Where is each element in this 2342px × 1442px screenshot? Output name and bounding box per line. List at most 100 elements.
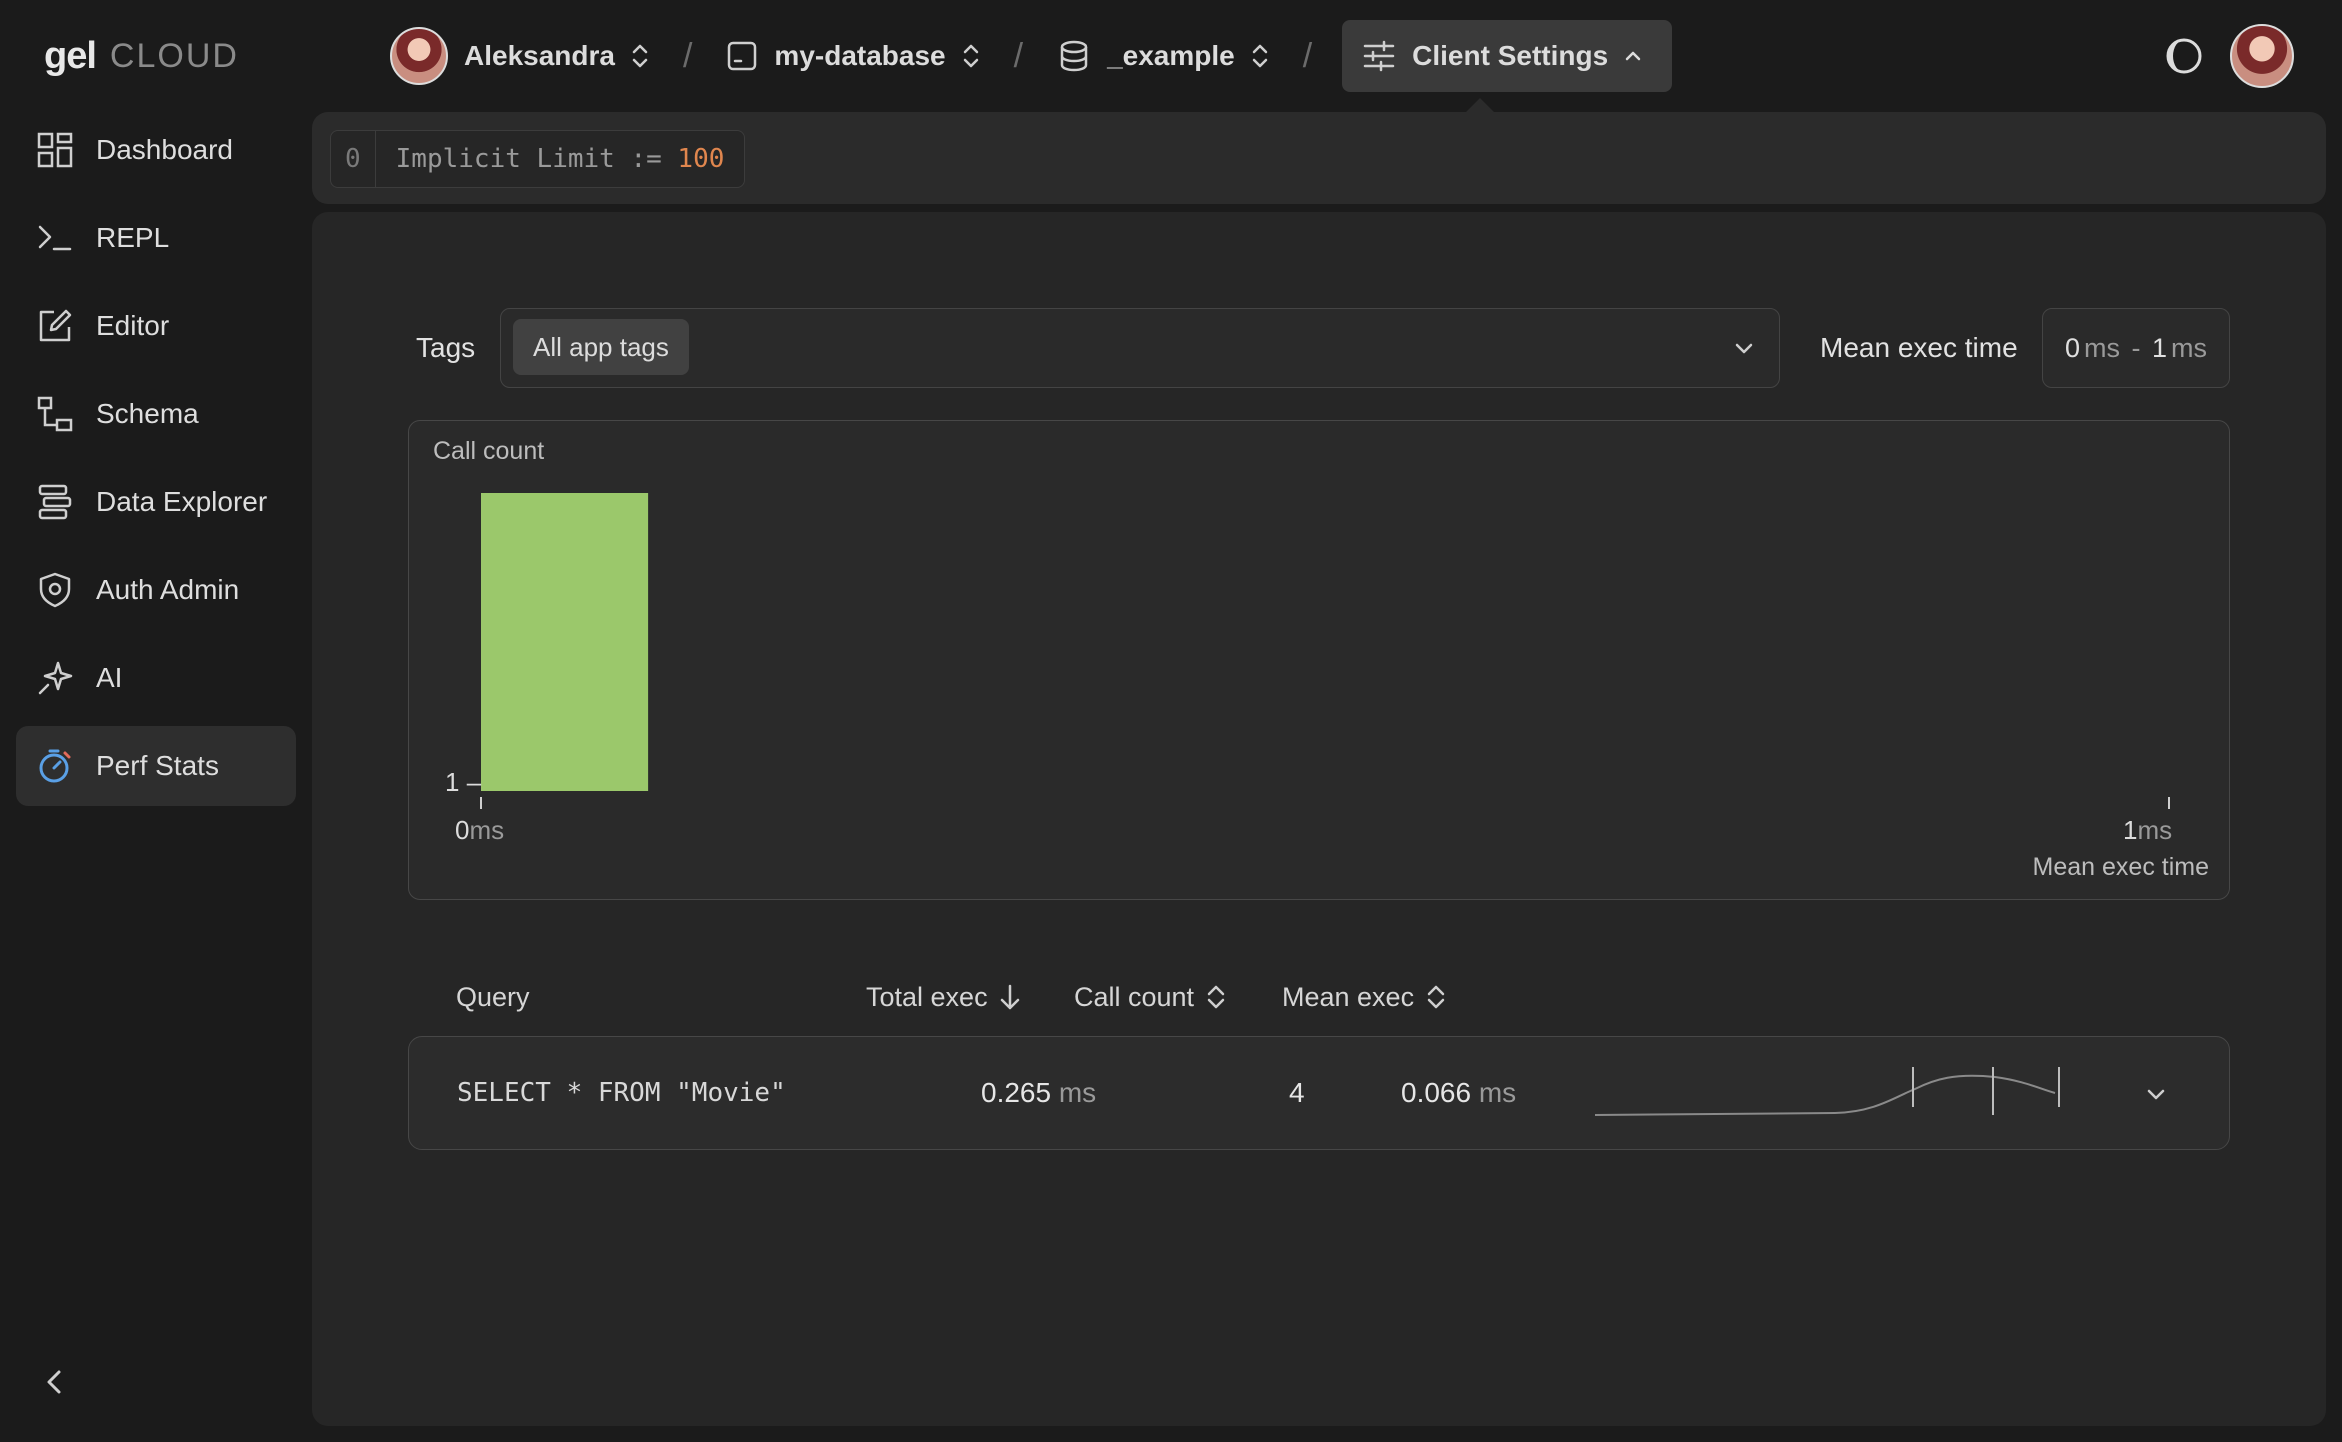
branch-switcher[interactable]: _example — [1053, 20, 1273, 92]
breadcrumb-separator: / — [682, 36, 693, 75]
sort-both-icon — [1427, 985, 1445, 1009]
data-explorer-icon — [38, 484, 72, 520]
client-settings-label: Client Settings — [1412, 40, 1609, 71]
column-header-total-exec[interactable]: Total exec — [866, 972, 1022, 1022]
sidebar-item-data-explorer[interactable]: Data Explorer — [16, 462, 296, 542]
user-switcher[interactable]: Aleksandra — [386, 20, 653, 92]
column-header-label: Call count — [1074, 981, 1195, 1012]
tags-select[interactable]: All app tags — [500, 308, 1780, 388]
sidebar-item-label: Schema — [96, 398, 199, 429]
column-header-label: Mean exec — [1282, 981, 1415, 1012]
range-from-unit: ms — [2084, 332, 2120, 363]
theme-toggle-icon[interactable] — [2160, 32, 2208, 80]
branch-name: _example — [1107, 40, 1235, 71]
logo[interactable]: gel CLOUD — [44, 28, 239, 84]
setting-name: Implicit Limit := — [395, 144, 678, 174]
call-count-value: 4 — [1289, 1077, 1305, 1108]
mean-exec-range-input[interactable]: 0 ms - 1 ms — [2042, 308, 2230, 388]
sidebar-item-label: Editor — [96, 310, 170, 341]
breadcrumb-separator: / — [1013, 36, 1024, 75]
tag-chip: All app tags — [513, 319, 689, 375]
sidebar-item-label: AI — [96, 662, 123, 693]
database-icon — [1060, 40, 1088, 72]
table-header: Query Total exec Call count Mean exec — [408, 972, 2230, 1022]
sort-desc-icon — [1000, 984, 1019, 1010]
chevron-updown-icon — [632, 44, 648, 68]
instance-name: my-database — [774, 40, 946, 71]
sliders-icon — [1363, 40, 1395, 72]
client-settings-panel: 0 Implicit Limit := 100 — [312, 112, 2326, 204]
collapse-sidebar-icon[interactable] — [36, 1364, 72, 1400]
sidebar-item-schema[interactable]: Schema — [16, 374, 296, 454]
stopwatch-icon — [39, 749, 71, 783]
chevron-down-icon[interactable] — [2141, 1079, 2171, 1109]
setting-value: 100 — [677, 144, 725, 174]
sidebar-item-dashboard[interactable]: Dashboard — [16, 110, 296, 190]
dashboard-icon — [37, 132, 73, 168]
x-tick-label-start: 0ms — [455, 815, 505, 845]
sidebar-item-label: Data Explorer — [96, 486, 268, 517]
chart-x-axis-label: Mean exec time — [2032, 853, 2209, 881]
sidebar-item-repl[interactable]: REPL — [16, 198, 296, 278]
chevron-updown-icon — [963, 44, 978, 68]
exec-distribution-sparkline — [1595, 1067, 2060, 1116]
column-header-mean-exec[interactable]: Mean exec — [1282, 972, 1448, 1022]
shield-icon — [39, 572, 71, 608]
sidebar-item-auth-admin[interactable]: Auth Admin — [16, 550, 296, 630]
query-text: SELECT * FROM "Movie" — [457, 1078, 786, 1108]
sidebar-item-ai[interactable]: AI — [16, 638, 296, 718]
mean-exec-cell: 0.066 ms — [1401, 1037, 1516, 1149]
mean-exec-unit: ms — [1478, 1077, 1517, 1108]
breadcrumb: Aleksandra / my-database / _example / Cl… — [386, 20, 1673, 92]
exec-time-histogram: Call count 1 – 0ms 1ms Mean exec time — [408, 420, 2230, 900]
top-bar: gel CLOUD Aleksandra / my-database / _ex… — [0, 0, 2342, 110]
chevron-updown-icon — [1252, 44, 1267, 68]
chevron-down-icon — [1735, 343, 1753, 354]
account-avatar[interactable] — [2230, 24, 2294, 88]
mean-exec-time-label: Mean exec time — [1820, 332, 2018, 363]
range-to: 1 — [2152, 332, 2168, 363]
schema-icon — [37, 396, 73, 432]
user-name: Aleksandra — [464, 40, 615, 71]
sidebar-item-label: Dashboard — [96, 134, 233, 165]
filters-bar: Tags All app tags Mean exec time 0 ms - 1… — [416, 308, 2234, 388]
column-header-query[interactable]: Query — [456, 972, 530, 1022]
range-separator: - — [2124, 332, 2148, 363]
implicit-limit-setting[interactable]: 0 Implicit Limit := 100 — [330, 130, 746, 188]
cloud-text: CLOUD — [109, 36, 239, 75]
histogram-plot — [480, 493, 2170, 809]
user-avatar — [390, 27, 448, 85]
chevron-up-icon — [1625, 51, 1641, 61]
sidebar: Dashboard REPL Editor Schema Data Explor… — [0, 110, 310, 1442]
range-to-unit: ms — [2171, 332, 2208, 363]
client-settings-button[interactable]: Client Settings — [1342, 20, 1673, 92]
mean-exec-value: 0.066 — [1401, 1077, 1472, 1108]
sparkle-icon — [38, 661, 73, 695]
total-exec-unit: ms — [1058, 1077, 1097, 1108]
y-tick-label: 1 – — [445, 767, 482, 797]
tags-label: Tags — [416, 332, 476, 363]
perf-stats-panel: Tags All app tags Mean exec time 0 ms - 1… — [312, 212, 2326, 1426]
setting-expression: Implicit Limit := 100 — [376, 144, 745, 174]
sidebar-item-perf-stats[interactable]: Perf Stats — [16, 726, 296, 806]
sidebar-item-label: REPL — [96, 222, 170, 253]
sort-both-icon — [1207, 985, 1225, 1009]
total-exec-cell: 0.265 ms — [981, 1037, 1096, 1149]
setting-index: 0 — [331, 131, 376, 187]
column-header-label: Total exec — [866, 981, 988, 1012]
sidebar-item-editor[interactable]: Editor — [16, 286, 296, 366]
sidebar-item-label: Auth Admin — [96, 574, 240, 605]
logo-text: gel — [44, 34, 97, 77]
column-header-call-count[interactable]: Call count — [1074, 972, 1228, 1022]
terminal-icon — [38, 225, 72, 251]
breadcrumb-separator: / — [1302, 36, 1313, 75]
sidebar-item-label: Perf Stats — [96, 750, 219, 781]
column-header-label: Query — [456, 981, 530, 1012]
instance-switcher[interactable]: my-database — [722, 20, 983, 92]
histogram-bar-0[interactable] — [481, 493, 649, 791]
table-row[interactable]: SELECT * FROM "Movie" 0.265 ms 4 0.066 m… — [408, 1036, 2230, 1150]
editor-icon — [39, 309, 72, 342]
x-tick-label-end: 1ms — [2123, 815, 2173, 845]
instance-icon — [728, 41, 757, 71]
total-exec-value: 0.265 — [981, 1077, 1052, 1108]
